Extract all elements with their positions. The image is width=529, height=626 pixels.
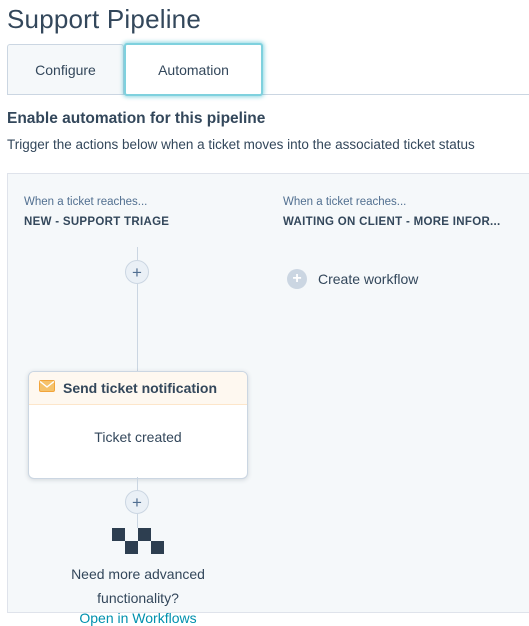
stage-column-header: When a ticket reaches... NEW - SUPPORT T… [8,174,267,248]
stage-name: NEW - SUPPORT TRIAGE [24,216,170,228]
advanced-functionality-text: Need more advanced functionality? [38,562,238,610]
stage-column-body: + Send ticket notification Ticket create… [8,247,267,626]
envelope-icon [39,379,55,397]
stage-column-body: + Create workflow [267,247,529,612]
automation-board: When a ticket reaches... NEW - SUPPORT T… [7,173,529,626]
plus-circle-icon: + [287,269,307,289]
page-title: Support Pipeline [7,4,201,34]
when-label: When a ticket reaches... [24,196,148,208]
tab-bar-underline [7,94,529,95]
section-title: Enable automation for this pipeline [7,110,266,127]
when-label: When a ticket reaches... [283,196,407,208]
action-card-title: Send ticket notification [63,380,218,396]
add-action-top-button[interactable]: + [125,260,149,284]
create-workflow-button[interactable]: + Create workflow [287,269,418,289]
connector-line [137,514,138,528]
connector-line [137,284,138,371]
stage-column-header: When a ticket reaches... WAITING ON CLIE… [267,174,529,248]
open-in-workflows-link[interactable]: Open in Workflows [38,610,238,626]
section-description: Trigger the actions below when a ticket … [7,137,475,152]
plus-icon: + [132,262,142,282]
tab-configure[interactable]: Configure [7,44,124,94]
checkered-flag-icon [112,528,164,554]
connector-line [137,247,138,260]
advanced-functionality-line2: functionality? [97,590,179,606]
stage-column-waiting-on-client: When a ticket reaches... WAITING ON CLIE… [267,174,529,612]
create-workflow-label: Create workflow [318,271,419,287]
action-card-send-ticket-notification[interactable]: Send ticket notification Ticket created [28,371,248,479]
action-card-header: Send ticket notification [29,372,247,405]
stage-column-new-support-triage: When a ticket reaches... NEW - SUPPORT T… [8,174,268,626]
action-card-subtitle: Ticket created [94,429,182,445]
advanced-functionality-line1: Need more advanced [71,566,205,582]
tab-automation[interactable]: Automation [124,43,263,96]
stage-name: WAITING ON CLIENT - MORE INFOR... [283,216,501,228]
plus-icon: + [132,492,142,512]
tab-bar: Configure Automation [0,43,529,96]
add-action-bottom-button[interactable]: + [125,490,149,514]
